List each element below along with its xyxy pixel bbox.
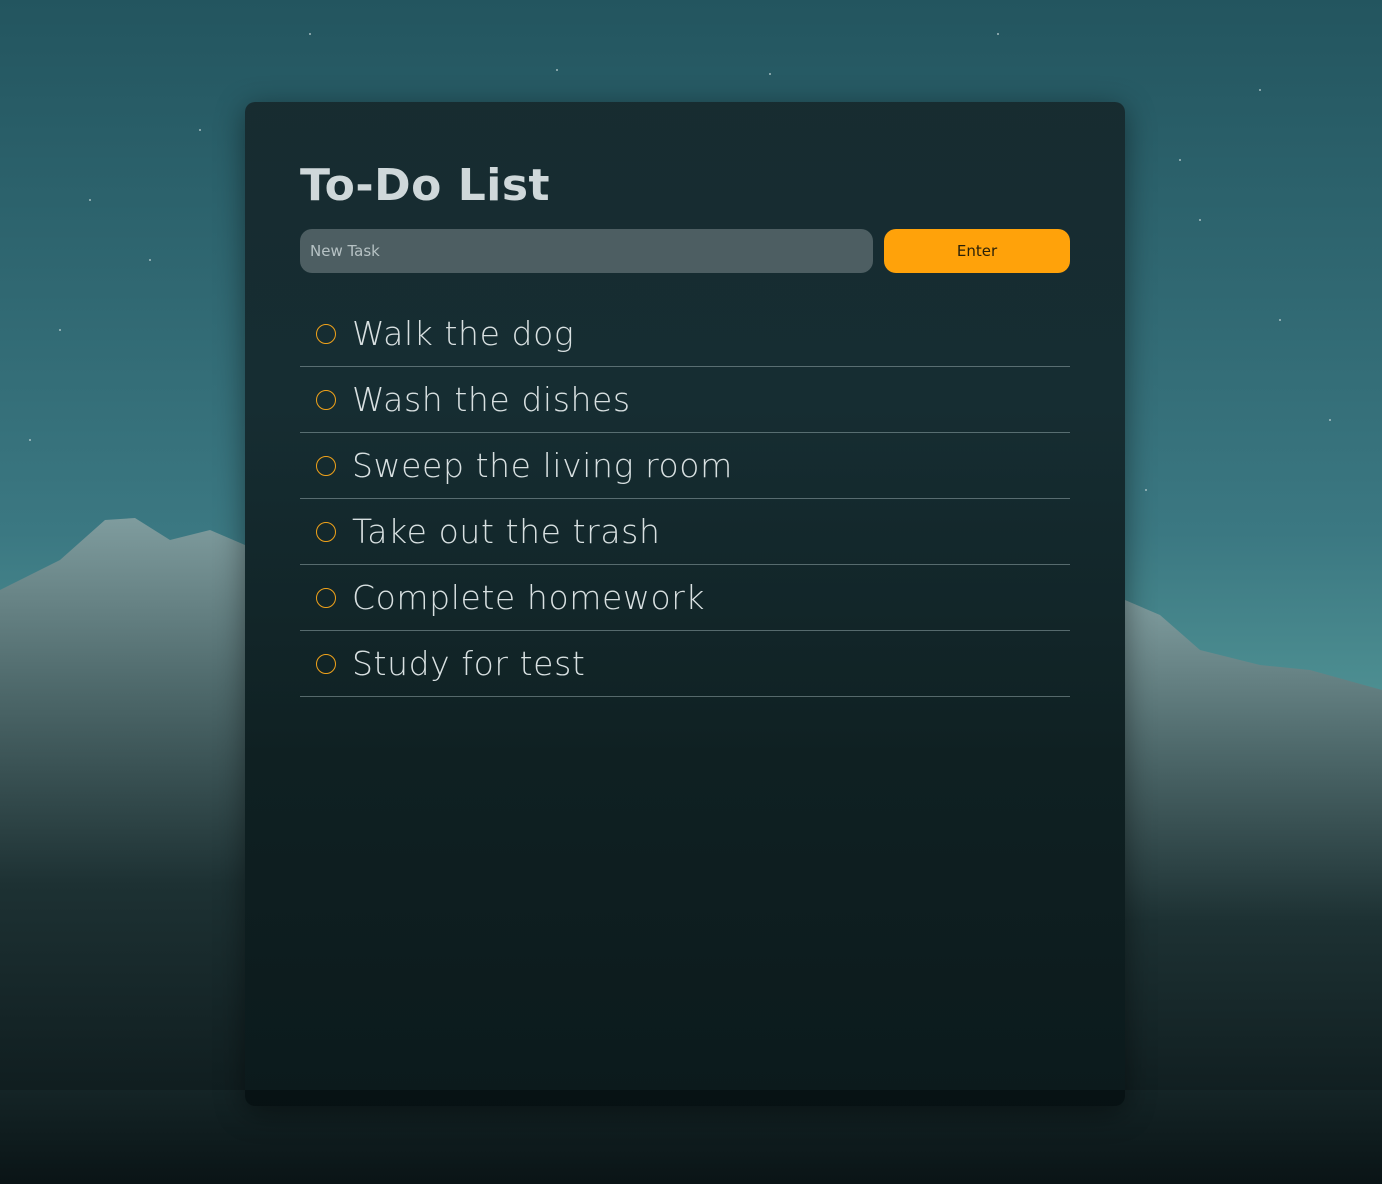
task-label: Complete homework (352, 578, 706, 617)
task-item[interactable]: Walk the dog (300, 301, 1070, 367)
task-label: Take out the trash (352, 512, 661, 551)
task-item[interactable]: Sweep the living room (300, 433, 1070, 499)
new-task-row: Enter (300, 229, 1070, 273)
circle-checkbox-icon[interactable] (316, 389, 336, 410)
task-label: Walk the dog (352, 314, 575, 353)
page-title: To-Do List (300, 160, 551, 211)
circle-checkbox-icon[interactable] (316, 587, 336, 608)
new-task-input[interactable] (300, 229, 873, 273)
task-list: Walk the dog Wash the dishes Sweep the l… (300, 301, 1070, 697)
task-item[interactable]: Study for test (300, 631, 1070, 697)
task-label: Wash the dishes (352, 380, 631, 419)
circle-checkbox-icon[interactable] (316, 521, 336, 542)
circle-checkbox-icon[interactable] (316, 323, 336, 344)
task-label: Study for test (352, 644, 586, 683)
todo-panel: To-Do List Enter Walk the dog Wash the d… (245, 102, 1125, 1106)
enter-button[interactable]: Enter (884, 229, 1070, 273)
task-item[interactable]: Wash the dishes (300, 367, 1070, 433)
circle-checkbox-icon[interactable] (316, 455, 336, 476)
task-label: Sweep the living room (352, 446, 733, 485)
task-item[interactable]: Take out the trash (300, 499, 1070, 565)
task-item[interactable]: Complete homework (300, 565, 1070, 631)
circle-checkbox-icon[interactable] (316, 653, 336, 674)
